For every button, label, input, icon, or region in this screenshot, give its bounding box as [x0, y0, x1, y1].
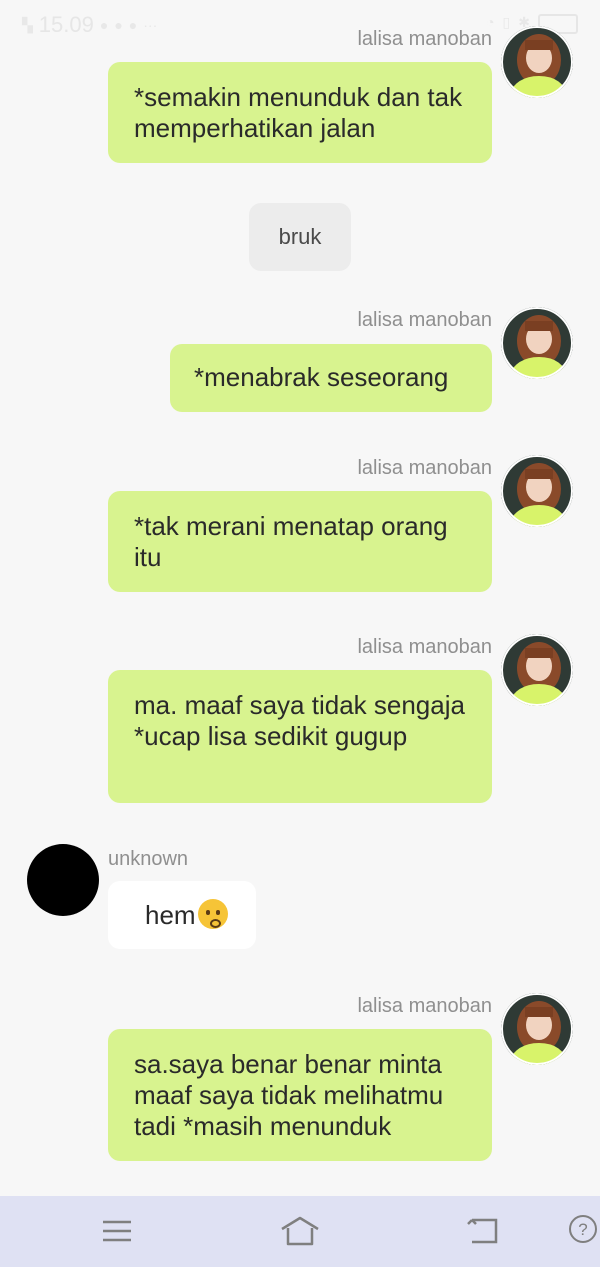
help-icon[interactable]: ?	[568, 1214, 598, 1249]
svg-text:?: ?	[578, 1220, 587, 1239]
home-icon[interactable]	[280, 1216, 320, 1251]
system-message: bruk	[249, 203, 351, 271]
sender-name: lalisa manoban	[357, 309, 492, 331]
notification-icon: ●	[99, 17, 109, 33]
avatar[interactable]	[501, 455, 573, 527]
avatar[interactable]	[501, 634, 573, 706]
avatar[interactable]	[27, 844, 99, 916]
message-bubble[interactable]: *tak merani menatap orang itu	[108, 491, 492, 592]
notification-icon: ●	[128, 17, 138, 33]
message-bubble[interactable]: *menabrak seseorang	[170, 344, 492, 412]
emoji-icon	[197, 899, 228, 929]
sender-name: lalisa manoban	[357, 636, 492, 658]
sender-name: lalisa manoban	[357, 457, 492, 479]
message-bubble[interactable]: sa.saya benar benar minta maaf saya tida…	[108, 1029, 492, 1161]
message-bubble[interactable]: ma. maaf saya tidak sengaja *ucap lisa s…	[108, 670, 492, 803]
menu-icon[interactable]	[102, 1219, 132, 1248]
sender-name: lalisa manoban	[357, 995, 492, 1017]
message-bubble[interactable]: *semakin menunduk dan tak memperhatikan …	[108, 62, 492, 163]
avatar[interactable]	[501, 307, 573, 379]
navigation-bar: ?	[0, 1196, 600, 1267]
avatar[interactable]	[501, 993, 573, 1065]
back-icon[interactable]	[466, 1216, 498, 1249]
status-time: 15.09	[38, 12, 94, 37]
avatar[interactable]	[501, 26, 573, 98]
sender-name: unknown	[108, 848, 189, 870]
vibrate-icon: ▯	[502, 14, 511, 30]
signal-icon: ▚	[22, 16, 33, 33]
notification-icon: ●	[114, 17, 123, 33]
sender-name: lalisa manoban	[357, 28, 492, 50]
message-text: hem	[145, 900, 196, 930]
more-icon: ···	[143, 17, 158, 33]
message-bubble[interactable]: hem	[108, 881, 256, 949]
